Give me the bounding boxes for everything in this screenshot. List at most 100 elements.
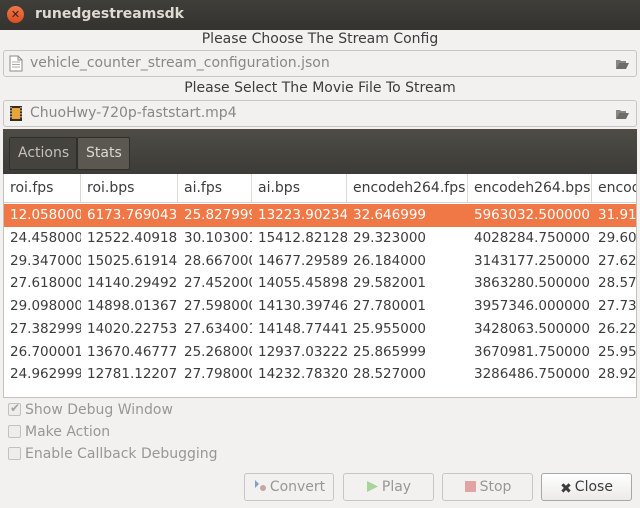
checkbox-unchecked-icon[interactable]	[8, 425, 21, 438]
tab-actions[interactable]: Actions	[9, 137, 77, 170]
table-cell: 14140.294922	[87, 275, 178, 292]
table-cell: 27.798000	[184, 366, 252, 383]
table-cell: 32.646999	[353, 207, 427, 223]
table-cell: 29.607	[598, 229, 637, 246]
table-cell: 25.951	[598, 343, 637, 360]
tab-bar: Actions Stats	[3, 129, 637, 174]
stop-label: Stop	[479, 479, 512, 495]
option-label: Make Action	[25, 424, 111, 440]
table-cell: 3143177.250000	[474, 252, 590, 269]
table-row[interactable]: 27.618000 14140.294922 27.452000 14055.4589…	[4, 272, 636, 295]
checkbox-unchecked-icon[interactable]	[8, 447, 21, 460]
table-cell: 26.222	[598, 320, 637, 337]
table-row[interactable]: 29.347000 15025.619141 28.667000 14677.2958…	[4, 250, 636, 273]
stats-table[interactable]: roi.fps roi.bps ai.fps ai.bps encodeh264…	[3, 174, 637, 398]
table-cell: 3428063.500000	[474, 320, 590, 337]
movie-file-name: ChuoHwy-720p-faststart.mp4	[30, 105, 237, 121]
close-button[interactable]: ✖ Close	[541, 473, 632, 501]
column-header[interactable]: roi.bps	[81, 174, 178, 203]
config-file-name: vehicle_counter_stream_configuration.jso…	[30, 55, 330, 71]
table-cell: 14020.227539	[87, 320, 178, 337]
table-cell: 31.916	[598, 207, 637, 223]
table-cell: 27.620	[598, 252, 637, 269]
table-row[interactable]: 24.458000 12522.409180 30.103001 15412.8212…	[4, 227, 636, 250]
table-cell: 26.184000	[353, 252, 427, 269]
open-folder-icon[interactable]	[614, 105, 630, 125]
window-close-icon[interactable]: ✕	[7, 6, 24, 23]
close-x-icon: ✖	[560, 481, 572, 497]
table-cell: 26.700001	[10, 343, 81, 360]
table-cell: 5963032.500000	[474, 207, 590, 223]
table-cell: 27.738	[598, 298, 637, 314]
table-cell: 29.347000	[10, 252, 81, 269]
option-checkbox[interactable]: Make Action	[8, 424, 110, 442]
table-cell: 3863280.500000	[474, 275, 590, 292]
config-file-chooser[interactable]: vehicle_counter_stream_configuration.jso…	[3, 50, 637, 77]
table-cell: 29.582001	[353, 275, 427, 292]
table-cell: 30.103001	[184, 229, 252, 246]
table-cell: 28.921	[598, 366, 637, 383]
play-icon	[366, 476, 379, 502]
close-label: Close	[574, 479, 613, 495]
table-row[interactable]: 26.700001 13670.467773 25.268000 12937.0322…	[4, 341, 636, 364]
column-header[interactable]: encod	[592, 174, 636, 203]
table-cell: 25.827999	[184, 207, 252, 223]
table-cell: 12.058000	[10, 207, 81, 223]
table-cell: 12937.032227	[258, 343, 347, 360]
option-checkbox[interactable]: Enable Callback Debugging	[8, 446, 218, 464]
table-cell: 3286486.750000	[474, 366, 590, 383]
table-cell: 27.634001	[184, 320, 252, 337]
table-cell: 28.572	[598, 275, 637, 292]
table-cell: 4028284.750000	[474, 229, 590, 246]
column-header[interactable]: roi.fps	[4, 174, 81, 203]
table-cell: 28.527000	[353, 366, 427, 383]
window-title: runedgestreamsdk	[35, 6, 184, 22]
table-cell: 29.323000	[353, 229, 427, 246]
table-row[interactable]: 29.098000 14898.013672 27.598000 14130.3974…	[4, 295, 636, 318]
table-cell: 14148.774414	[258, 320, 347, 337]
table-cell: 25.865999	[353, 343, 427, 360]
table-row[interactable]: 27.382999 14020.227539 27.634001 14148.7744…	[4, 318, 636, 341]
table-cell: 27.598000	[184, 298, 252, 314]
table-cell: 3670981.750000	[474, 343, 590, 360]
convert-icon	[253, 476, 267, 502]
table-row[interactable]: 12.058000 6173.769043 25.827999 13223.90234…	[4, 204, 636, 227]
table-cell: 27.452000	[184, 275, 252, 292]
table-cell: 12522.409180	[87, 229, 178, 246]
table-cell: 14898.013672	[87, 298, 178, 314]
stop-button[interactable]: Stop	[442, 473, 533, 501]
film-icon	[9, 105, 23, 126]
table-cell: 27.618000	[10, 275, 81, 292]
title-bar: ✕ runedgestreamsdk	[0, 0, 640, 30]
stop-icon	[464, 476, 477, 502]
table-header: roi.fps roi.bps ai.fps ai.bps encodeh264…	[4, 174, 636, 203]
checkbox-checked-icon[interactable]: ✔	[8, 401, 21, 416]
table-cell: 12781.122070	[87, 366, 178, 383]
table-row[interactable]: 24.962999 12781.122070 27.798000 14232.7832…	[4, 363, 636, 386]
option-label: Show Debug Window	[25, 402, 173, 418]
table-cell: 14677.295898	[258, 252, 347, 269]
open-folder-icon[interactable]	[614, 55, 630, 75]
convert-label: Convert	[269, 479, 326, 495]
movie-label: Please Select The Movie File To Stream	[184, 80, 456, 96]
play-label: Play	[381, 479, 412, 495]
column-header[interactable]: ai.bps	[252, 174, 347, 203]
table-cell: 27.382999	[10, 320, 81, 337]
table-cell: 15025.619141	[87, 252, 178, 269]
table-cell: 13223.902344	[258, 207, 347, 223]
convert-button[interactable]: Convert	[244, 473, 334, 501]
table-cell: 27.780001	[353, 298, 427, 314]
table-cell: 25.268000	[184, 343, 252, 360]
table-cell: 13670.467773	[87, 343, 178, 360]
column-header[interactable]: encodeh264.bps	[468, 174, 592, 203]
option-checkbox[interactable]: ✔ Show Debug Window	[8, 401, 173, 420]
table-cell: 24.458000	[10, 229, 81, 246]
tab-stats[interactable]: Stats	[77, 137, 130, 170]
column-header[interactable]: encodeh264.fps	[347, 174, 468, 203]
column-header[interactable]: ai.fps	[178, 174, 252, 203]
movie-file-chooser[interactable]: ChuoHwy-720p-faststart.mp4	[3, 100, 637, 127]
table-cell: 14232.783203	[258, 366, 347, 383]
table-cell: 24.962999	[10, 366, 81, 383]
text-file-icon	[9, 55, 23, 76]
play-button[interactable]: Play	[343, 473, 434, 501]
